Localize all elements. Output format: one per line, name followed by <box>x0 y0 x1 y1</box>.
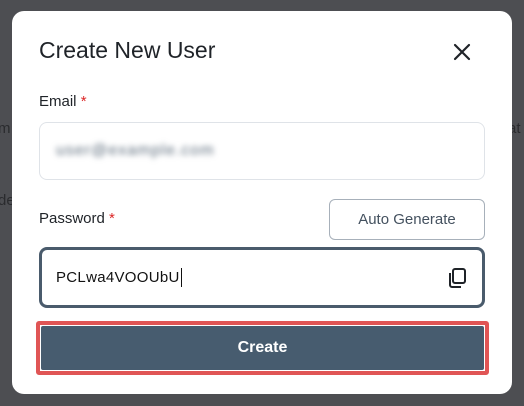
copy-password-button[interactable] <box>446 267 468 289</box>
close-button[interactable] <box>449 39 475 65</box>
text-caret <box>180 268 182 287</box>
copy-icon <box>449 268 466 288</box>
password-field[interactable]: PCLwa4VOOUbU <box>39 247 485 308</box>
password-value: PCLwa4VOOUbU <box>56 269 180 286</box>
close-icon <box>453 43 471 61</box>
background-text-fragment: m <box>0 120 11 137</box>
dialog-title: Create New User <box>39 37 216 63</box>
create-button[interactable]: Create <box>41 326 484 370</box>
required-indicator: * <box>80 93 87 110</box>
email-label: Email * <box>39 93 87 110</box>
email-field[interactable]: user@example.com <box>39 122 485 180</box>
auto-generate-button[interactable]: Auto Generate <box>329 199 485 240</box>
required-indicator: * <box>109 210 115 227</box>
password-label-text: Password <box>39 210 105 227</box>
email-label-text: Email <box>39 93 77 110</box>
create-user-dialog: Create New User Email * user@example.com… <box>12 11 512 394</box>
password-label: Password * <box>39 210 115 227</box>
email-value-redacted: user@example.com <box>56 142 215 159</box>
